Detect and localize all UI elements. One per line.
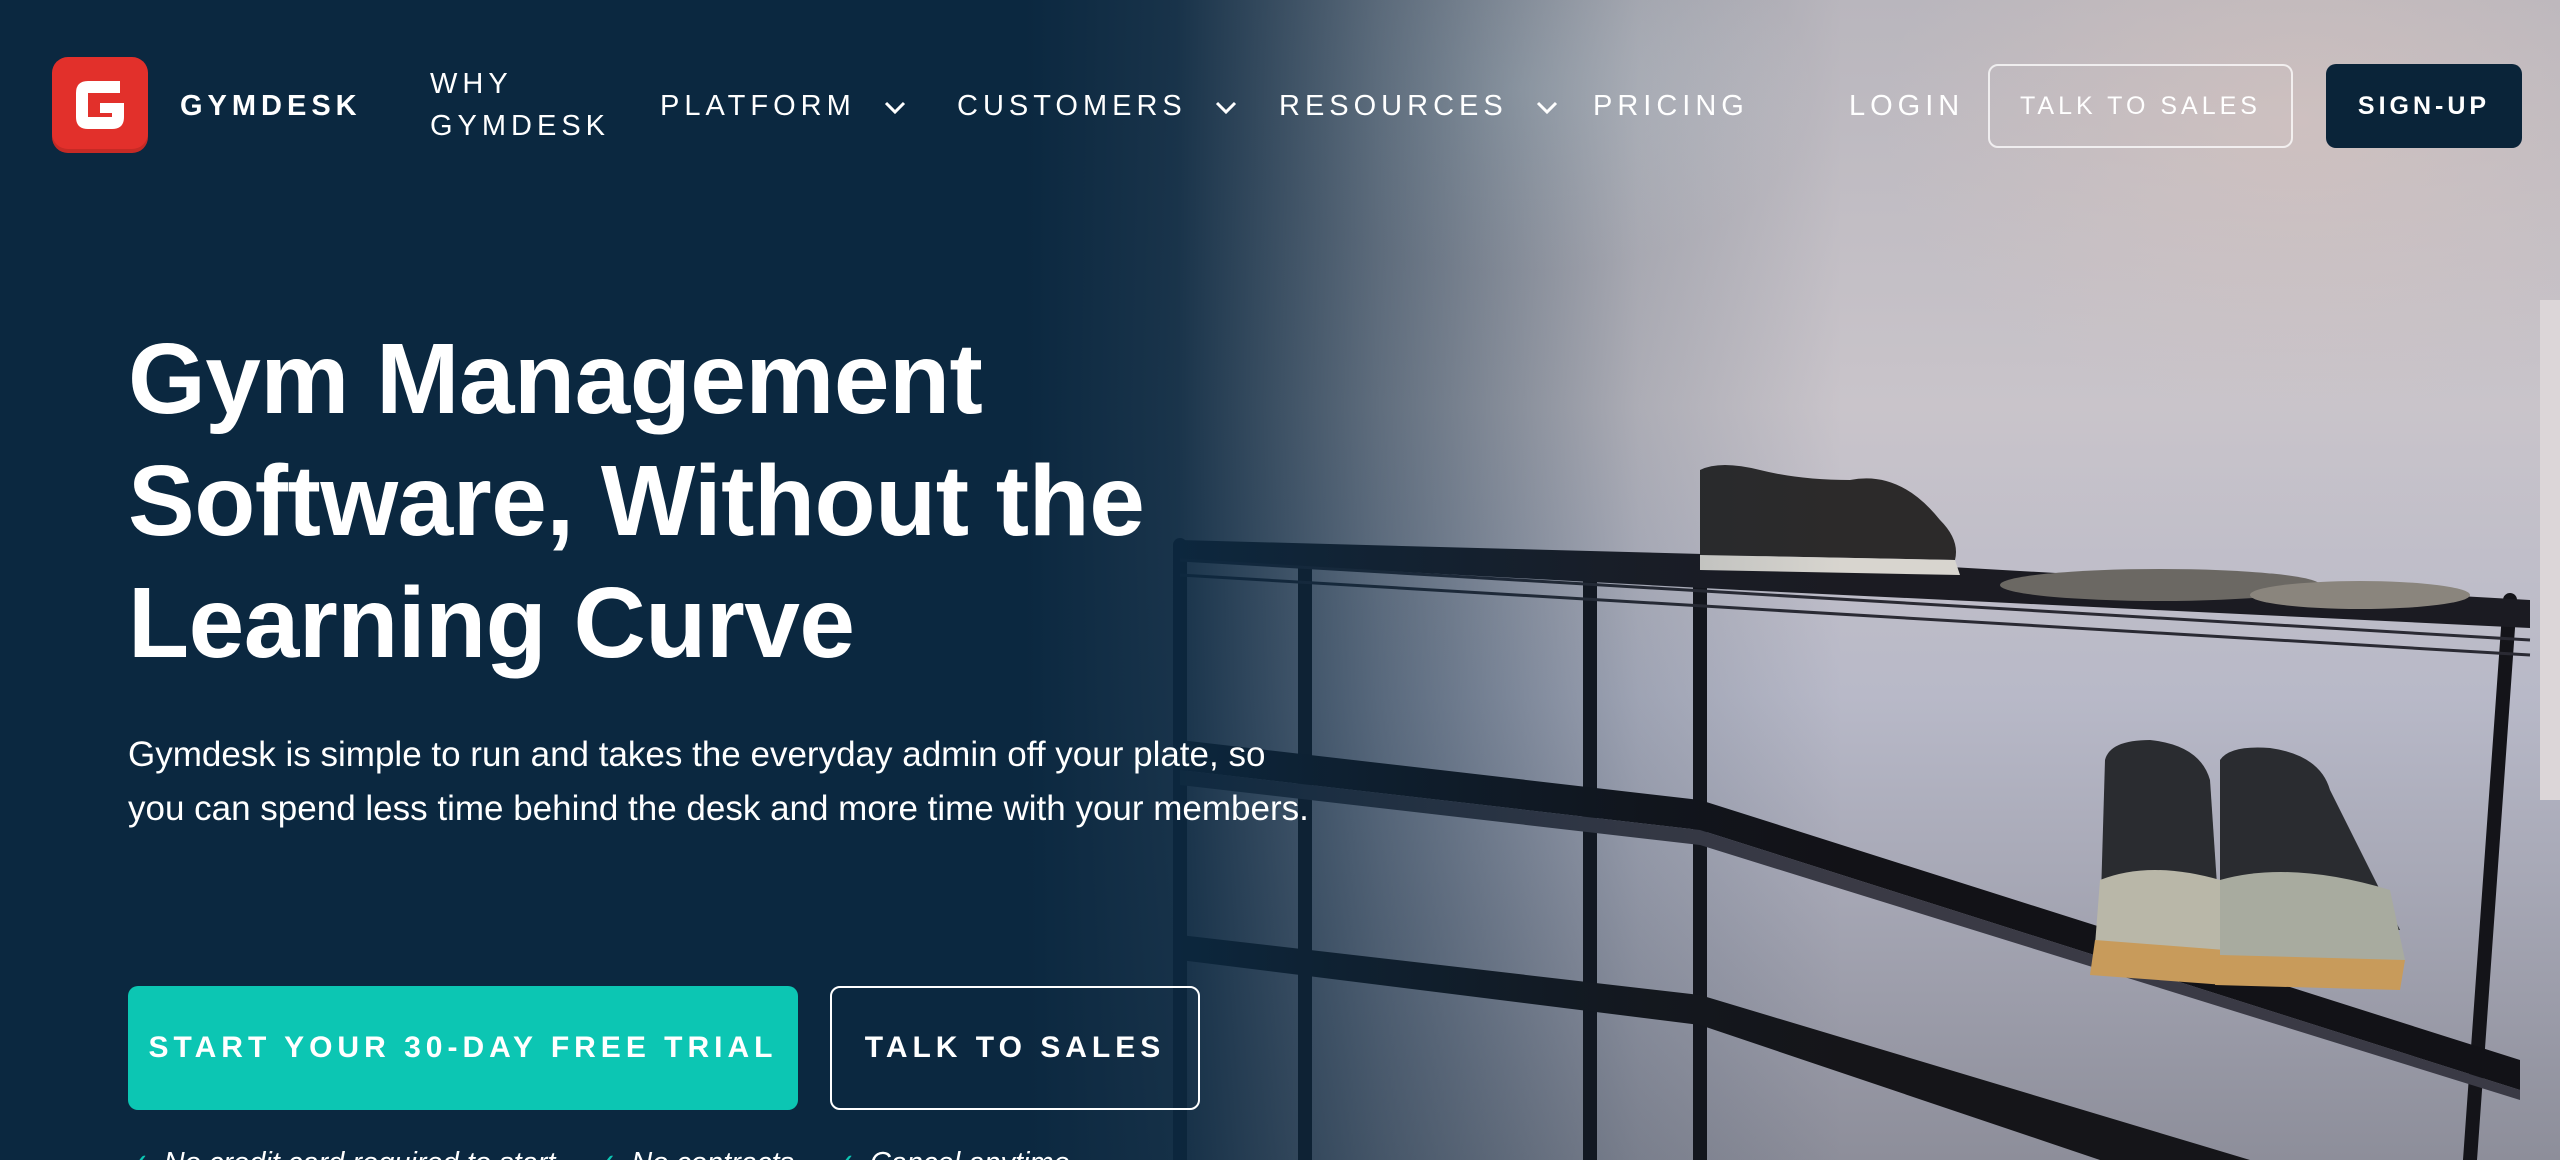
brand-name[interactable]: GYMDESK — [180, 90, 362, 123]
benefit-item: ✓ No credit card required to start — [128, 1143, 555, 1160]
hero-benefit-list: ✓ No credit card required to start ✓ No … — [128, 1143, 1070, 1160]
gymdesk-logo[interactable] — [52, 57, 148, 153]
benefit-item: ✓ No contracts — [595, 1143, 794, 1160]
login-link[interactable]: LOGIN — [1849, 90, 1964, 123]
checkmark-icon: ✓ — [128, 1148, 150, 1160]
benefit-text: No contracts — [631, 1147, 794, 1160]
nav-customers[interactable]: CUSTOMERS — [957, 90, 1238, 124]
benefit-text: Cancel anytime — [870, 1147, 1070, 1160]
nav-resources-label: RESOURCES — [1279, 90, 1508, 122]
hero-section: GYMDESK WHY GYMDESK PLATFORM CUSTOMERS R… — [0, 0, 2560, 1160]
hero-headline: Gym Management Software, Without the Lea… — [128, 323, 1145, 679]
hero-subheadline: Gymdesk is simple to run and takes the e… — [128, 735, 1309, 828]
checkmark-icon: ✓ — [834, 1148, 856, 1160]
chevron-down-icon — [1214, 91, 1238, 124]
nav-pricing[interactable]: PRICING — [1593, 90, 1749, 123]
chevron-down-icon — [1535, 91, 1559, 124]
start-free-trial-button[interactable]: START YOUR 30-DAY FREE TRIAL — [128, 986, 798, 1110]
checkmark-icon: ✓ — [595, 1148, 617, 1160]
talk-to-sales-nav-button[interactable]: TALK TO SALES — [1988, 64, 2293, 148]
benefit-item: ✓ Cancel anytime — [834, 1143, 1070, 1160]
talk-to-sales-hero-button[interactable]: TALK TO SALES — [830, 986, 1200, 1110]
nav-customers-label: CUSTOMERS — [957, 90, 1187, 122]
chevron-down-icon — [883, 91, 907, 124]
logo-g-icon — [76, 81, 124, 129]
nav-resources[interactable]: RESOURCES — [1279, 90, 1559, 124]
benefit-text: No credit card required to start — [164, 1147, 556, 1160]
nav-platform[interactable]: PLATFORM — [660, 90, 907, 124]
nav-platform-label: PLATFORM — [660, 90, 856, 122]
top-navbar: GYMDESK WHY GYMDESK PLATFORM CUSTOMERS R… — [0, 0, 2560, 210]
signup-button[interactable]: SIGN-UP — [2326, 64, 2522, 148]
nav-why-gymdesk[interactable]: WHY GYMDESK — [430, 63, 650, 147]
